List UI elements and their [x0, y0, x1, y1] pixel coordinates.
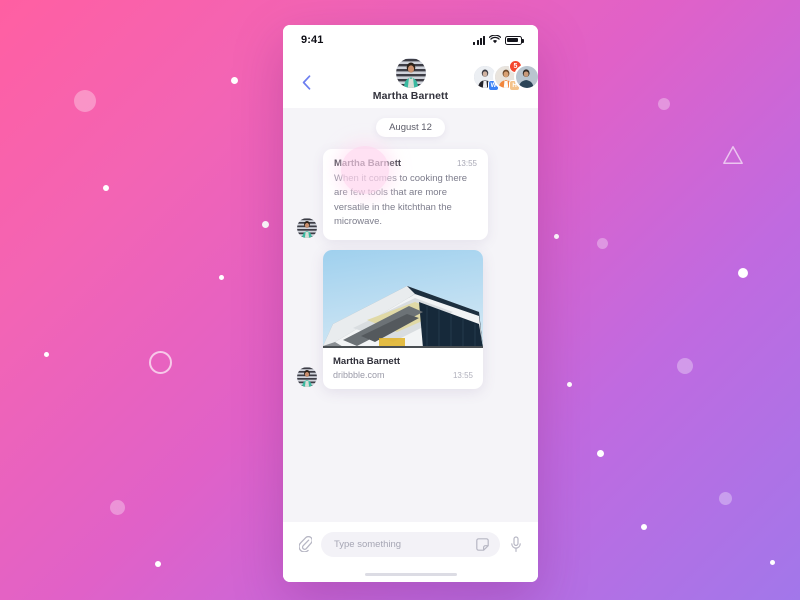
date-separator: August 12: [376, 118, 445, 137]
sticker-icon: [475, 537, 489, 551]
message-time: 13:55: [456, 159, 477, 168]
message-row-card: Martha Barnett dribbble.com 13:55: [297, 249, 524, 389]
status-bar: 9:41: [283, 25, 538, 55]
dot-tiny-left: [44, 352, 49, 357]
message-input[interactable]: [334, 538, 468, 550]
martha-barnett-avatar[interactable]: [395, 58, 426, 88]
ring-left: [149, 351, 172, 374]
dot-small-lower-left: [219, 275, 224, 280]
link-card-domain: dribbble.com: [333, 369, 385, 380]
participant-avatars: W H 5: [472, 60, 538, 91]
participant-avatar-3[interactable]: [514, 64, 538, 90]
dot-soft-large-left: [74, 90, 96, 112]
dot-soft-top-right: [658, 98, 670, 110]
sticker-button[interactable]: [474, 535, 490, 553]
dot-small-upper: [231, 77, 238, 84]
dot-soft-right-b: [677, 358, 693, 374]
dot-soft-right-c: [719, 492, 732, 505]
message-input-wrapper[interactable]: [321, 531, 500, 557]
voice-record-button[interactable]: [508, 535, 524, 553]
back-button[interactable]: [295, 69, 317, 95]
message-avatar-martha[interactable]: [297, 217, 317, 238]
link-card-body: Martha Barnett dribbble.com 13:55: [323, 348, 483, 389]
microphone-icon: [511, 535, 521, 552]
message-row-text: Martha Barnett 13:55 When it comes to co…: [297, 149, 524, 240]
chat-message-list[interactable]: August 12 13:55 When it comes to cooking…: [283, 108, 538, 522]
dot-right-b: [738, 268, 748, 278]
dot-right-d: [641, 524, 647, 530]
chevron-left-icon: [302, 74, 310, 90]
message-avatar-martha[interactable]: [297, 366, 317, 387]
message-composer: [283, 522, 538, 566]
building-architecture-photo: [323, 249, 483, 348]
dot-right-e: [770, 560, 775, 565]
status-icons: [473, 31, 524, 49]
dot-tiny-right-a: [554, 234, 559, 239]
link-preview-card[interactable]: Martha Barnett dribbble.com 13:55: [323, 249, 483, 389]
date-separator-row: August 12: [297, 118, 524, 137]
dot-tiny-right-b: [567, 382, 572, 387]
dot-small-mid-left: [103, 185, 109, 191]
link-card-meta: dribbble.com 13:55: [333, 370, 473, 380]
dot-left-bottom: [155, 561, 161, 567]
dot-right-c: [597, 450, 604, 457]
dot-small-right-a: [262, 221, 269, 228]
link-card-time: 13:55: [452, 370, 473, 380]
home-indicator-area: [283, 566, 538, 582]
link-card-title: Martha Barnett: [333, 355, 401, 367]
attach-button[interactable]: [297, 535, 313, 553]
wifi-icon: [488, 31, 502, 49]
dot-soft-low-left: [110, 500, 125, 515]
battery-icon: [505, 35, 524, 45]
triangle-right: [722, 144, 744, 171]
dot-soft-right-a: [597, 238, 608, 249]
status-time: 9:41: [301, 34, 324, 46]
home-indicator-bar[interactable]: [364, 572, 457, 576]
phone-mockup: 9:41 Martha Barnett W H 5 August 12 13:5…: [283, 25, 538, 582]
peer-name: Martha Barnett: [372, 90, 449, 102]
chat-header: Martha Barnett W H 5: [283, 55, 538, 108]
touch-cursor-indicator: [341, 146, 389, 194]
paperclip-icon: [298, 536, 312, 552]
cellular-signal-icon: [473, 35, 485, 45]
